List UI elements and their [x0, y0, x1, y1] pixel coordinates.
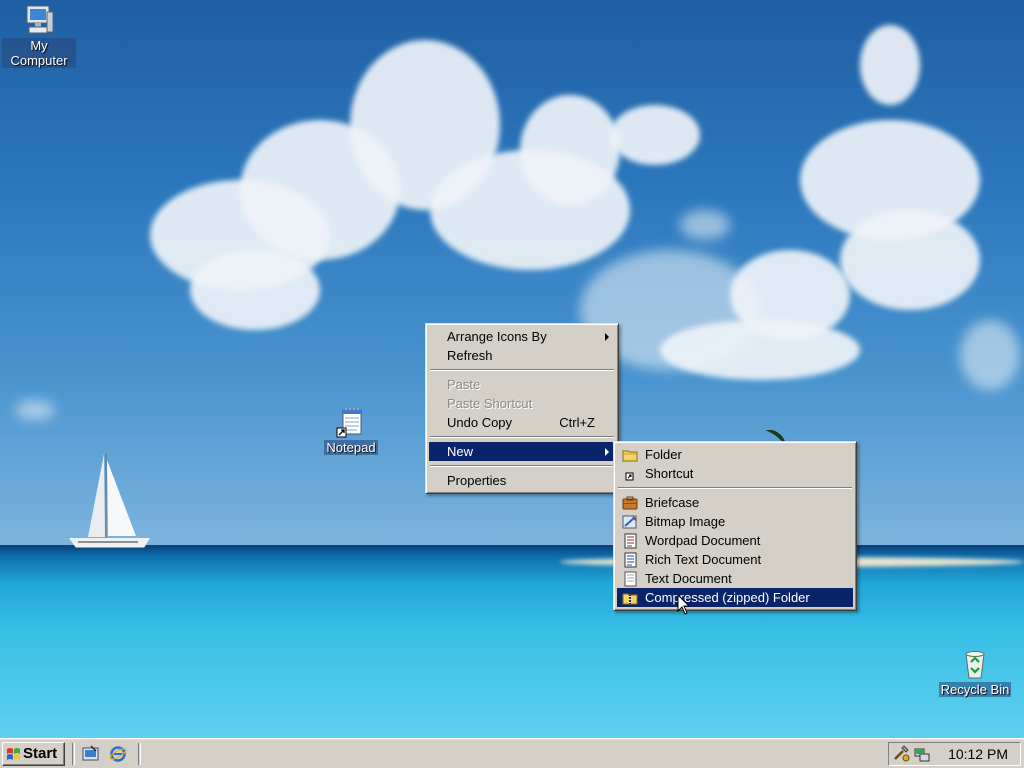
- submenu-item-shortcut[interactable]: Shortcut: [617, 464, 853, 483]
- submenu-item-bitmap-image[interactable]: Bitmap Image: [617, 512, 853, 531]
- submenu-item-briefcase[interactable]: Briefcase: [617, 493, 853, 512]
- taskbar: Start 10:12 PM: [0, 738, 1024, 768]
- menu-item-label: Wordpad Document: [645, 533, 761, 548]
- wordpad-icon: [624, 533, 637, 549]
- cloud: [960, 320, 1020, 390]
- menu-item-label: Folder: [645, 447, 682, 462]
- recycle-bin-icon: [965, 651, 985, 679]
- desktop-icon-recycle-bin[interactable]: Recycle Bin: [938, 648, 1012, 697]
- menu-item-properties[interactable]: Properties: [429, 471, 615, 490]
- cloud: [610, 105, 700, 165]
- wallpaper-sea: [0, 545, 1024, 738]
- menu-separator: [430, 436, 614, 438]
- submenu-item-folder[interactable]: Folder: [617, 445, 853, 464]
- tray-tools-icon[interactable]: [893, 745, 911, 763]
- submenu-item-text-document[interactable]: Text Document: [617, 569, 853, 588]
- menu-item-shortcut: Ctrl+Z: [559, 415, 595, 430]
- text-document-icon: [624, 571, 637, 587]
- system-tray: 10:12 PM: [888, 742, 1021, 766]
- desktop-icon-my-computer[interactable]: My Computer: [2, 4, 76, 68]
- show-desktop-icon[interactable]: [82, 745, 100, 763]
- submenu-item-wordpad-document[interactable]: Wordpad Document: [617, 531, 853, 550]
- bitmap-icon: [622, 515, 637, 529]
- tray-network-icon[interactable]: [913, 745, 931, 763]
- start-label: Start: [23, 745, 58, 762]
- cloud: [680, 210, 730, 240]
- desktop-icon-notepad[interactable]: Notepad: [314, 406, 388, 455]
- menu-item-label: Shortcut: [645, 466, 694, 481]
- menu-item-label: Paste: [447, 377, 481, 392]
- my-computer-icon: [26, 5, 54, 34]
- internet-explorer-icon[interactable]: [109, 745, 127, 763]
- menu-item-label: Bitmap Image: [645, 514, 726, 529]
- notepad-icon: [336, 407, 362, 438]
- menu-item-arrange-icons-by[interactable]: Arrange Icons By: [429, 327, 615, 346]
- menu-separator: [430, 369, 614, 371]
- menu-item-refresh[interactable]: Refresh: [429, 346, 615, 365]
- desktop-icon-label: Notepad: [324, 440, 378, 455]
- rtf-icon: [624, 552, 637, 568]
- menu-item-new[interactable]: New: [429, 442, 615, 461]
- cloud: [15, 400, 55, 420]
- cloud: [520, 95, 620, 205]
- toolbar-grip[interactable]: [138, 743, 141, 765]
- desktop-context-menu: Arrange Icons By Refresh Paste Paste Sho…: [425, 323, 619, 494]
- new-submenu: Folder Shortcut Briefcase Bitmap Image W…: [613, 441, 857, 611]
- menu-item-label: Refresh: [447, 348, 493, 363]
- cloud: [860, 25, 920, 105]
- zip-folder-icon: [622, 593, 638, 605]
- submenu-item-rich-text-document[interactable]: Rich Text Document: [617, 550, 853, 569]
- menu-item-label: Text Document: [645, 571, 732, 586]
- menu-separator: [430, 465, 614, 467]
- submenu-arrow-icon: [605, 448, 609, 456]
- folder-icon: [622, 450, 638, 462]
- submenu-item-compressed-folder[interactable]: Compressed (zipped) Folder: [617, 588, 853, 607]
- desktop-icon-label: My Computer: [2, 38, 76, 68]
- menu-separator: [618, 487, 852, 489]
- mouse-pointer-icon: [677, 594, 691, 615]
- menu-item-label: Paste Shortcut: [447, 396, 533, 411]
- menu-item-label: Rich Text Document: [645, 552, 762, 567]
- menu-item-undo-copy[interactable]: Undo Copy Ctrl+Z: [429, 413, 615, 432]
- desktop-icon-label: Recycle Bin: [938, 682, 1012, 697]
- menu-item-label: Compressed (zipped) Folder: [645, 590, 810, 605]
- menu-item-label: Briefcase: [645, 495, 700, 510]
- shortcut-icon: [625, 472, 634, 481]
- menu-item-label: Properties: [447, 473, 507, 488]
- menu-item-label: Undo Copy: [447, 415, 513, 430]
- submenu-arrow-icon: [605, 333, 609, 341]
- briefcase-icon: [622, 496, 638, 510]
- menu-item-label: Arrange Icons By: [447, 329, 547, 344]
- menu-item-paste[interactable]: Paste: [429, 375, 615, 394]
- start-button[interactable]: Start: [2, 742, 65, 766]
- windows-logo-icon: [7, 748, 20, 760]
- toolbar-grip[interactable]: [72, 743, 75, 765]
- menu-item-paste-shortcut[interactable]: Paste Shortcut: [429, 394, 615, 413]
- taskbar-clock[interactable]: 10:12 PM: [948, 746, 1008, 763]
- menu-item-label: New: [447, 444, 474, 459]
- cloud: [840, 210, 980, 310]
- sailboat: [64, 454, 154, 550]
- cloud: [190, 250, 320, 330]
